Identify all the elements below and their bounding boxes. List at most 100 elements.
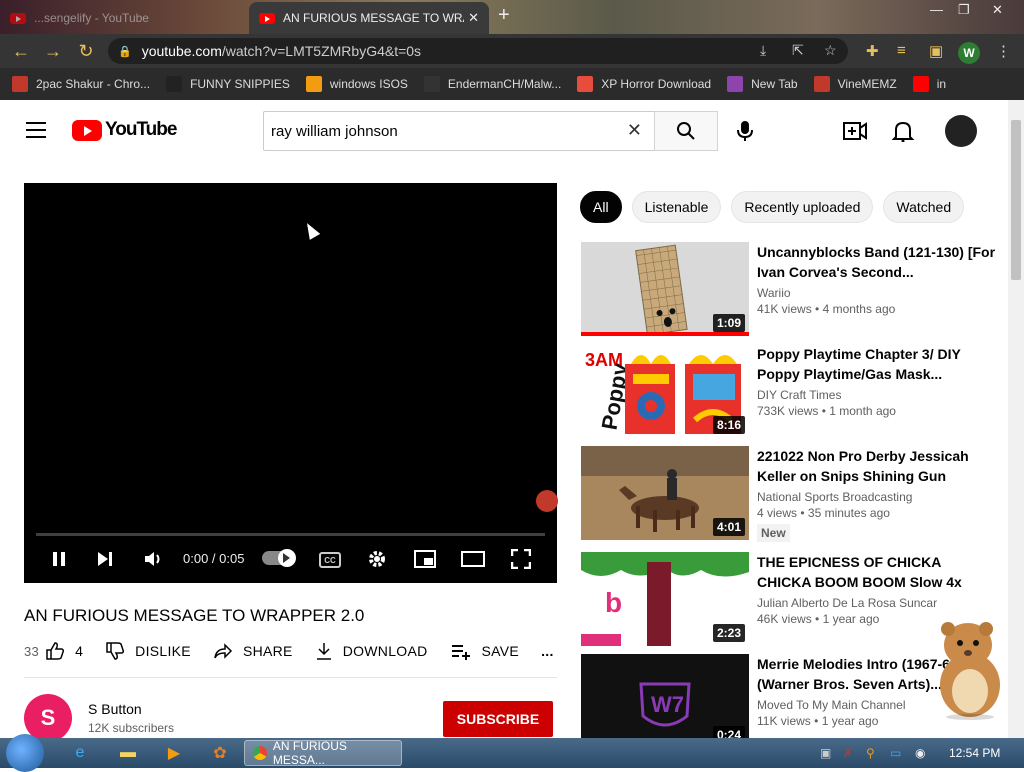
tray-icon[interactable]: ▣ (820, 746, 831, 760)
progress-bar[interactable] (36, 533, 545, 536)
back-icon[interactable]: ← (10, 40, 32, 62)
start-button[interactable] (6, 734, 44, 772)
video-title[interactable]: Poppy Playtime Chapter 3/ DIY Poppy Play… (757, 344, 997, 384)
filter-chip[interactable]: All (580, 191, 622, 223)
network-icon[interactable]: ▭ (890, 746, 901, 760)
profile-avatar[interactable]: W (958, 42, 980, 64)
extensions-puzzle-icon[interactable]: ✚ (866, 42, 879, 60)
svg-text:b: b (605, 587, 622, 618)
filter-chip[interactable]: Recently uploaded (731, 191, 874, 223)
bookmark-item[interactable]: FUNNY SNIPPIES (166, 76, 290, 92)
video-thumbnail[interactable]: 3AM Poppy 8:16 (581, 344, 749, 438)
reload-icon[interactable]: ↻ (75, 40, 97, 62)
scrollbar-thumb[interactable] (1011, 120, 1021, 280)
like-button[interactable]: 4 (45, 641, 83, 661)
video-info: Poppy Playtime Chapter 3/ DIY Poppy Play… (757, 344, 997, 418)
next-video-icon[interactable] (94, 547, 116, 571)
playlist-add-icon (451, 645, 470, 660)
volume-icon[interactable] (142, 547, 164, 571)
microphone-icon[interactable] (735, 120, 755, 142)
channel-name[interactable]: National Sports Broadcasting (757, 490, 997, 504)
install-icon[interactable]: ⤓ (760, 42, 766, 59)
video-thumbnail[interactable]: 4:01 (581, 446, 749, 540)
channel-name[interactable]: Wariio (757, 286, 997, 300)
video-thumbnail[interactable]: b 2:23 (581, 552, 749, 646)
bookmark-item[interactable]: New Tab (727, 76, 798, 92)
fullscreen-icon[interactable] (510, 547, 532, 571)
search-button[interactable] (654, 111, 718, 151)
menu-kebab-icon[interactable]: ⋮ (996, 42, 1011, 60)
yp-icon (423, 76, 440, 92)
dislike-button[interactable]: DISLIKE (105, 641, 191, 661)
create-video-icon[interactable] (843, 120, 867, 142)
divider (24, 677, 557, 678)
bookmark-item[interactable]: 2pac Shakur - Chro... (12, 76, 150, 92)
paint-icon[interactable]: ✿ (208, 742, 232, 764)
theater-mode-icon[interactable] (461, 547, 485, 571)
recommended-video[interactable]: 1:09 Uncannyblocks Band (121-130) [For Iv… (581, 242, 1001, 338)
share-button[interactable]: SHARE (213, 641, 293, 661)
miniplayer-icon[interactable] (414, 547, 436, 571)
upload-age: 1 year ago (821, 714, 879, 728)
channel-watermark-icon[interactable] (536, 490, 558, 512)
save-button[interactable]: SAVE (450, 641, 520, 661)
file-explorer-icon[interactable]: ▬ (116, 742, 140, 764)
download-button[interactable]: DOWNLOAD (315, 641, 428, 661)
bookmark-item[interactable]: EndermanCH/Malw... (423, 76, 561, 92)
video-thumbnail[interactable]: 1:09 (581, 242, 749, 336)
close-tab-icon[interactable]: ✕ (468, 10, 479, 26)
video-title[interactable]: THE EPICNESS OF CHICKA CHICKA BOOM BOOM … (757, 552, 997, 592)
youtube-logo[interactable]: YouTube (72, 119, 177, 141)
autoplay-toggle[interactable] (262, 549, 296, 567)
minimize-icon[interactable]: — (930, 2, 943, 17)
volume-tray-icon[interactable]: ◉ (915, 746, 925, 760)
new-tab-button[interactable]: + (498, 4, 510, 27)
clear-search-icon[interactable]: ✕ (627, 120, 642, 141)
video-title[interactable]: 221022 Non Pro Derby Jessicah Keller on … (757, 446, 997, 486)
tray-icon[interactable]: ⚲ (866, 746, 875, 760)
view-count-partial: 33 (24, 643, 40, 659)
upload-age: 35 minutes ago (807, 506, 890, 520)
youtube-favicon-icon (259, 12, 275, 24)
pause-icon[interactable] (48, 547, 70, 571)
video-player[interactable]: 0:00 / 0:05 CC (24, 183, 558, 583)
notifications-bell-icon[interactable] (891, 120, 915, 142)
bookmark-item[interactable]: windows ISOS (305, 76, 408, 92)
more-actions-icon[interactable]: ... (541, 643, 554, 659)
video-title[interactable]: Uncannyblocks Band (121-130) [For Ivan C… (757, 242, 997, 282)
settings-gear-icon[interactable] (366, 547, 388, 571)
sidebar-icon[interactable]: ▣ (929, 42, 943, 60)
browser-tab[interactable]: ...sengelify - YouTube (0, 2, 248, 34)
filter-chip[interactable]: Watched (883, 191, 965, 223)
youtube-profile-avatar[interactable] (945, 115, 977, 147)
tray-icon[interactable]: ✗ (843, 746, 853, 760)
media-icon[interactable]: ≡ (897, 42, 906, 59)
2pac-icon (12, 76, 28, 92)
close-window-icon[interactable]: ✕ (992, 2, 1003, 18)
page-scrollbar[interactable] (1008, 100, 1024, 738)
menu-hamburger-icon[interactable] (26, 122, 46, 138)
browser-tab-active[interactable]: AN FURIOUS MESSAGE TO WRAI ✕ (249, 2, 489, 34)
bookmark-item[interactable]: VineMEMZ (813, 76, 897, 92)
recommended-video[interactable]: 4:01 221022 Non Pro Derby Jessicah Keller… (581, 446, 1001, 542)
bookmark-item[interactable]: in (912, 76, 946, 92)
channel-name[interactable]: DIY Craft Times (757, 388, 997, 402)
share-icon[interactable]: ⇱ (792, 42, 804, 59)
filter-chip[interactable]: Listenable (631, 191, 722, 223)
taskbar-chrome-window[interactable]: AN FURIOUS MESSA... (244, 739, 402, 767)
search-input[interactable] (271, 122, 611, 140)
media-player-icon[interactable]: ▶ (162, 742, 186, 764)
restore-icon[interactable]: ❐ (958, 2, 970, 18)
subscribe-button[interactable]: SUBSCRIBE (443, 701, 553, 737)
bookmark-item[interactable]: XP Horror Download (577, 76, 711, 92)
recommended-video[interactable]: 3AM Poppy 8:16 Poppy Playtime Chapter 3/ DI… (581, 344, 1001, 440)
separator: • (810, 714, 822, 728)
internet-explorer-icon[interactable]: e (68, 742, 92, 764)
channel-name[interactable]: S Button (88, 701, 142, 717)
captions-icon[interactable]: CC (319, 552, 341, 568)
channel-name[interactable]: Julian Alberto De La Rosa Suncar (757, 596, 997, 610)
address-bar[interactable]: 🔒 youtube.com/watch?v=LMT5ZMRbyG4&t=0s ⤓… (108, 38, 848, 64)
bookmark-star-icon[interactable]: ☆ (824, 42, 837, 59)
video-thumbnail[interactable]: W7 0:24 (581, 654, 749, 748)
forward-icon[interactable]: → (42, 40, 64, 62)
